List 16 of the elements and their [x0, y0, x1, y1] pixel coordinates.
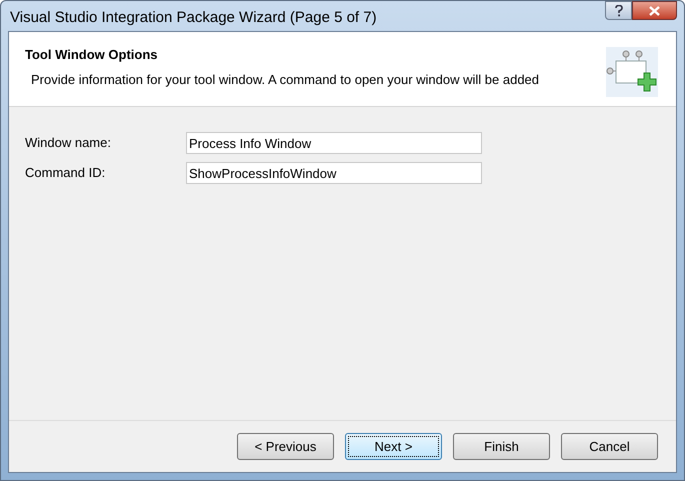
- help-button[interactable]: [605, 1, 632, 20]
- page-title: Tool Window Options: [25, 46, 159, 64]
- close-button[interactable]: [632, 1, 677, 20]
- close-icon: [649, 6, 660, 16]
- input-field[interactable]: ShowProcessInfoWindow: [186, 162, 482, 184]
- help-icon: [614, 4, 622, 16]
- wizard-button[interactable]: Cancel: [561, 433, 658, 460]
- input-field[interactable]: Process Info Window: [186, 132, 482, 154]
- field-label: Command ID:: [25, 164, 106, 182]
- tool-window-add-icon: [606, 47, 658, 97]
- wizard-button[interactable]: Next >: [345, 433, 442, 460]
- window-title: Visual Studio Integration Package Wizard (Page 5 of 7): [9, 8, 377, 28]
- field-label: Window name:: [25, 134, 112, 152]
- wizard-button[interactable]: < Previous: [237, 433, 334, 460]
- wizard-button[interactable]: Finish: [453, 433, 550, 460]
- page-description: Provide information for your tool window. A command to open your window will be added: [31, 70, 540, 89]
